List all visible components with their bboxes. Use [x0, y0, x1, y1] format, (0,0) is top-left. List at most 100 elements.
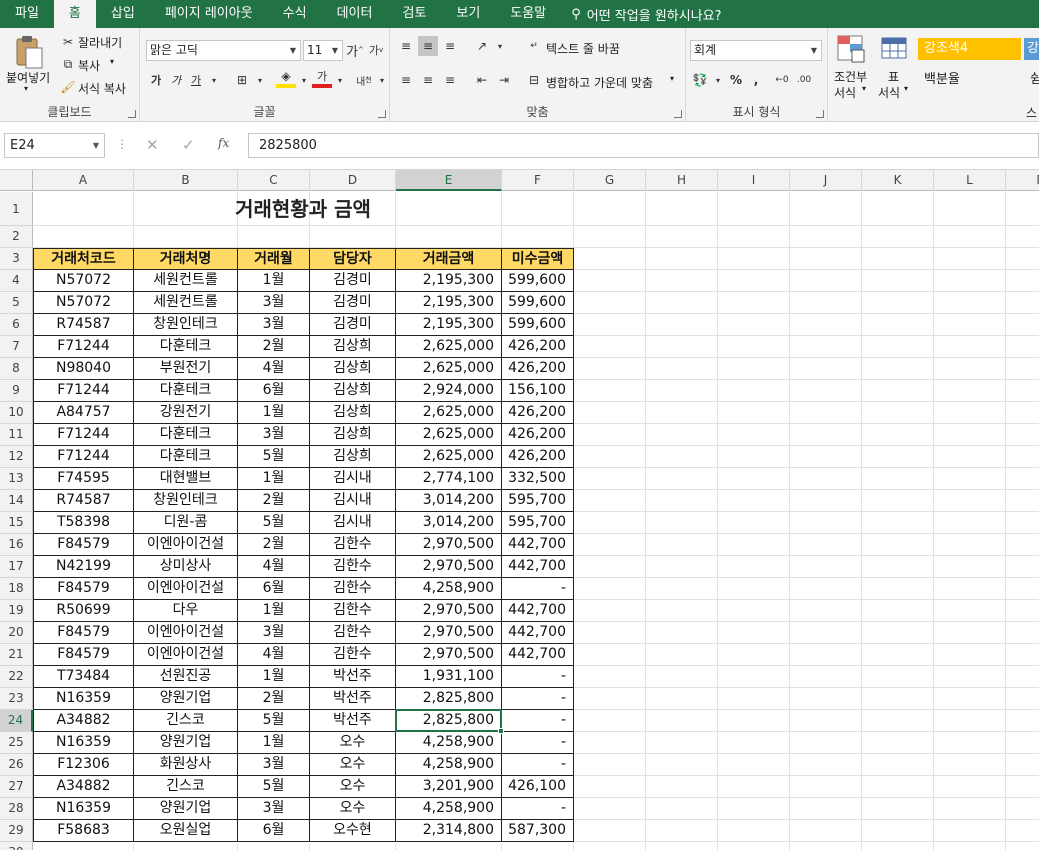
table-cell[interactable]: 1월 — [238, 600, 310, 622]
table-cell[interactable]: 김한수 — [310, 644, 396, 666]
paste-button[interactable]: 붙여넣기 — [6, 69, 50, 86]
cell-style-comma[interactable]: 쉼 — [1030, 68, 1039, 87]
table-cell[interactable]: 양원기업 — [134, 732, 238, 754]
table-cell[interactable]: 2,625,000 — [396, 446, 502, 468]
table-cell[interactable]: 4,258,900 — [396, 798, 502, 820]
row-header-4[interactable]: 4 — [0, 270, 33, 292]
tab-7[interactable]: 보기 — [441, 0, 495, 28]
table-cell[interactable]: 5월 — [238, 710, 310, 732]
table-cell[interactable]: A84757 — [33, 402, 134, 424]
select-all-corner[interactable] — [0, 170, 33, 191]
table-cell[interactable]: 599,600 — [502, 270, 574, 292]
row-header-22[interactable]: 22 — [0, 666, 33, 688]
font-color-icon[interactable]: 가 — [312, 68, 332, 88]
table-cell[interactable]: 화원상사 — [134, 754, 238, 776]
table-cell[interactable]: - — [502, 732, 574, 754]
table-cell[interactable]: 2,970,500 — [396, 556, 502, 578]
copy-button[interactable]: 복사 — [78, 57, 100, 74]
table-cell[interactable]: 6월 — [238, 578, 310, 600]
table-cell[interactable]: 3월 — [238, 798, 310, 820]
sheet-title[interactable]: 거래현황과 금액 — [33, 192, 573, 226]
percent-icon[interactable]: % — [726, 70, 746, 90]
table-cell[interactable]: 442,700 — [502, 556, 574, 578]
table-cell[interactable]: 3월 — [238, 314, 310, 336]
table-cell[interactable]: R50699 — [33, 600, 134, 622]
name-box[interactable]: E24 ▼ — [4, 133, 105, 158]
font-size-select[interactable]: 11 ▼ — [303, 40, 343, 61]
column-header-D[interactable]: D — [310, 170, 396, 191]
table-cell[interactable]: 426,200 — [502, 336, 574, 358]
table-cell[interactable]: 김한수 — [310, 600, 396, 622]
conditional-format-icon[interactable] — [836, 34, 866, 64]
align-bottom-icon[interactable]: ≡ — [440, 36, 460, 56]
orientation-icon[interactable]: ↗ — [472, 36, 492, 56]
bold-icon[interactable]: 가 — [146, 70, 166, 90]
table-cell[interactable]: 오수 — [310, 732, 396, 754]
table-cell[interactable]: - — [502, 578, 574, 600]
row-header-14[interactable]: 14 — [0, 490, 33, 512]
table-cell[interactable]: 오수 — [310, 754, 396, 776]
table-cell[interactable]: 대현밸브 — [134, 468, 238, 490]
border-dropdown-icon[interactable]: ▾ — [250, 70, 270, 90]
table-cell[interactable]: 2월 — [238, 688, 310, 710]
table-cell[interactable]: 창원인테크 — [134, 490, 238, 512]
table-cell[interactable]: 2,924,000 — [396, 380, 502, 402]
merge-dropdown-icon[interactable]: ▾ — [670, 74, 674, 83]
table-cell[interactable]: N42199 — [33, 556, 134, 578]
merge-center-icon[interactable]: ⊟ — [524, 70, 544, 90]
table-cell[interactable]: 김한수 — [310, 578, 396, 600]
row-header-17[interactable]: 17 — [0, 556, 33, 578]
table-cell[interactable]: 4,258,900 — [396, 578, 502, 600]
table-cell[interactable]: 긴스코 — [134, 776, 238, 798]
table-cell[interactable]: 양원기업 — [134, 688, 238, 710]
table-cell[interactable]: 4월 — [238, 358, 310, 380]
phonetic-icon[interactable]: 내천 — [354, 70, 374, 90]
table-cell[interactable]: 1월 — [238, 270, 310, 292]
table-cell[interactable]: 5월 — [238, 776, 310, 798]
table-format-dropdown-icon[interactable]: ▾ — [904, 84, 908, 93]
table-cell[interactable]: 1월 — [238, 468, 310, 490]
cell-style-percent[interactable]: 백분율 — [924, 68, 960, 87]
formula-input[interactable]: 2825800 — [248, 133, 1039, 158]
row-header-23[interactable]: 23 — [0, 688, 33, 710]
table-cell[interactable]: 김경미 — [310, 314, 396, 336]
table-cell[interactable]: 상미상사 — [134, 556, 238, 578]
column-header-I[interactable]: I — [718, 170, 790, 191]
table-cell[interactable]: 오수현 — [310, 820, 396, 842]
align-left-icon[interactable]: ≡ — [396, 70, 416, 90]
row-header-18[interactable]: 18 — [0, 578, 33, 600]
tab-3[interactable]: 페이지 레이아웃 — [150, 0, 268, 28]
font-launcher-icon[interactable] — [378, 110, 386, 118]
fill-handle[interactable] — [498, 728, 504, 734]
accounting-dropdown-icon[interactable]: ▾ — [708, 70, 728, 90]
table-cell[interactable]: 선원진공 — [134, 666, 238, 688]
table-cell[interactable]: N98040 — [33, 358, 134, 380]
table-cell[interactable]: 2,625,000 — [396, 424, 502, 446]
table-cell[interactable]: N57072 — [33, 292, 134, 314]
table-cell[interactable]: 다훈테크 — [134, 424, 238, 446]
underline-icon[interactable]: 가 — [186, 70, 206, 90]
table-format-label2[interactable]: 서식 — [878, 84, 900, 101]
merge-center-button[interactable]: 병합하고 가운데 맞춤 — [546, 74, 653, 91]
table-cell[interactable]: 156,100 — [502, 380, 574, 402]
table-cell[interactable]: - — [502, 666, 574, 688]
tab-1[interactable]: 홈 — [53, 0, 96, 28]
table-cell[interactable]: 2,970,500 — [396, 644, 502, 666]
insert-function-icon[interactable]: fx — [218, 136, 229, 150]
scissors-icon[interactable]: ✂ — [58, 32, 78, 52]
table-cell[interactable]: 다훈테크 — [134, 336, 238, 358]
tab-8[interactable]: 도움말 — [495, 0, 561, 28]
table-cell[interactable]: 2월 — [238, 490, 310, 512]
table-cell[interactable]: 442,700 — [502, 644, 574, 666]
conditional-dropdown-icon[interactable]: ▾ — [862, 84, 866, 93]
table-cell[interactable]: 2,625,000 — [396, 402, 502, 424]
table-cell[interactable]: 창원인테크 — [134, 314, 238, 336]
table-cell[interactable]: 2,195,300 — [396, 292, 502, 314]
header-cell[interactable]: 거래처코드 — [33, 248, 134, 270]
border-icon[interactable]: ⊞ — [232, 70, 252, 90]
column-header-J[interactable]: J — [790, 170, 862, 191]
table-cell[interactable]: 4,258,900 — [396, 754, 502, 776]
table-cell[interactable]: R74587 — [33, 314, 134, 336]
table-cell[interactable]: 김상희 — [310, 402, 396, 424]
table-cell[interactable]: 박선주 — [310, 710, 396, 732]
